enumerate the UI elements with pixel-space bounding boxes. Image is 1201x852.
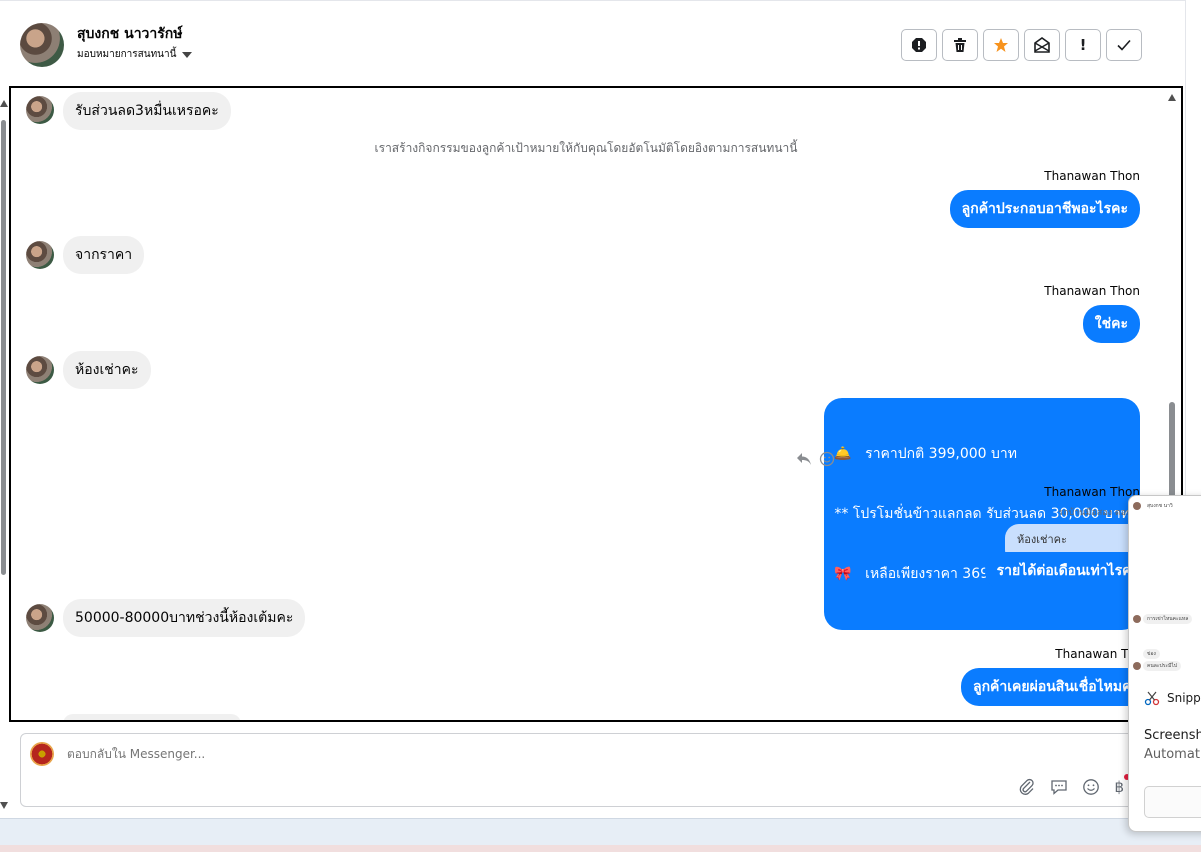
incoming-message[interactable]: รับส่วนลด3หมื่นเหรอคะ <box>63 92 231 130</box>
contact-name[interactable]: สุบงกช นาวารักษ์ <box>77 23 183 45</box>
mark-done-button[interactable] <box>1106 29 1142 61</box>
conversation-header: สุบงกช นาวารักษ์ มอบหมายการสนทนานี้ ! <box>0 0 1201 87</box>
incoming-message[interactable]: 50000-80000บาทช่วงนี้ห้องเต้มคะ <box>63 599 306 637</box>
currency-symbol: ฿ <box>1114 778 1124 796</box>
contact-avatar-small <box>26 604 54 632</box>
contact-avatar-small <box>26 356 54 384</box>
conversation-toolbar: ! <box>901 29 1142 61</box>
outgoing-message[interactable]: ใช่คะ <box>1082 305 1140 343</box>
page-avatar <box>30 742 54 766</box>
mark-unread-button[interactable] <box>1024 29 1060 61</box>
right-panel-edge <box>1185 0 1201 495</box>
react-emoji-icon[interactable] <box>819 451 835 467</box>
scroll-down-arrow-icon[interactable] <box>0 802 8 809</box>
check-icon <box>1117 39 1131 51</box>
contact-avatar-small <box>26 241 54 269</box>
spam-icon <box>912 38 926 52</box>
star-button[interactable] <box>983 29 1019 61</box>
composer-actions: ฿ <box>1018 774 1130 796</box>
conversation-scrollbar-thumb[interactable] <box>1169 402 1175 507</box>
incoming-message[interactable]: ห้องเช่าคะ <box>63 351 151 389</box>
delete-button[interactable] <box>942 29 978 61</box>
thumbnail-text: การเข่าไหนคะแหล <box>1143 614 1193 624</box>
assign-label: มอบหมายการสนทนานี้ <box>77 49 177 60</box>
emoji-icon[interactable] <box>1082 778 1100 796</box>
reply-input[interactable] <box>65 746 969 762</box>
scroll-up-arrow-icon[interactable] <box>0 100 8 107</box>
snipping-tool-notification[interactable]: สุบงกช นาวิ การเข่าไหนคะแหล ข่อง คนละประ… <box>1128 495 1201 832</box>
chevron-down-icon <box>182 51 193 58</box>
page-scrollbar[interactable] <box>0 96 8 812</box>
incoming-message-partial[interactable] <box>63 714 241 720</box>
attachment-icon[interactable] <box>1018 778 1036 796</box>
spam-button[interactable] <box>901 29 937 61</box>
follow-up-icon: ! <box>1079 36 1087 54</box>
incoming-message[interactable]: จากราคา <box>63 236 145 274</box>
message-composer[interactable]: ฿ <box>20 733 1165 807</box>
system-note: เราสร้างกิจกรรมของลูกค้าเป้าหมายให้กับคุ… <box>374 141 798 155</box>
sender-name: Thanawan Thon <box>1044 169 1140 183</box>
outgoing-message-text: ลูกค้าเคยผ่อนสินเชื่อไหมคะ <box>972 679 1139 695</box>
reply-icon[interactable] <box>796 452 812 466</box>
thumbnail-text: สุบงกช นาวิ <box>1147 503 1173 509</box>
thumbnail-text: คนละประมีไป <box>1143 661 1182 671</box>
contact-avatar-small <box>26 96 54 124</box>
follow-up-button[interactable]: ! <box>1065 29 1101 61</box>
payment-icon[interactable]: ฿ <box>1114 774 1130 796</box>
saved-replies-icon[interactable] <box>1050 778 1068 796</box>
promo-line: 🛎️ ราคาปกติ 399,000 บาท <box>834 446 1018 462</box>
star-icon <box>994 38 1008 52</box>
taskbar-strip <box>0 818 1201 852</box>
thumbnail-text: ข่อง <box>1143 649 1160 659</box>
conversation-thread[interactable]: รับส่วนลด3หมื่นเหรอคะ เราสร้างกิจกรรมของ… <box>9 86 1183 722</box>
mark-unread-icon <box>1034 37 1050 53</box>
thumbnail-avatar <box>1133 662 1141 670</box>
thumbnail-avatar <box>1133 502 1141 510</box>
outgoing-message[interactable]: ลูกค้าเคยผ่อนสินเชื่อไหมคะ <box>960 668 1151 706</box>
sender-name: Thanawan Thon <box>1044 485 1140 499</box>
thumbnail-avatar <box>1133 615 1141 623</box>
outgoing-message[interactable]: รายได้ต่อเดือนเท่าไรคะ <box>984 552 1151 590</box>
notification-subtitle: Automati <box>1144 747 1201 762</box>
app-name: Snippi <box>1167 691 1201 705</box>
notification-title: Screensho <box>1144 728 1201 743</box>
outgoing-message[interactable]: ลูกค้าประกอบอาชีพอะไรคะ <box>949 190 1140 228</box>
notification-action-button[interactable] <box>1144 786 1201 818</box>
contact-avatar[interactable] <box>20 23 64 67</box>
page-scrollbar-thumb[interactable] <box>1 120 6 575</box>
scissors-icon <box>1144 691 1160 706</box>
assign-conversation-dropdown[interactable]: มอบหมายการสนทนานี้ <box>77 47 193 62</box>
scroll-up-arrow-icon[interactable] <box>1168 94 1176 101</box>
sender-name: Thanawan Thon <box>1044 284 1140 298</box>
trash-icon <box>954 38 966 52</box>
